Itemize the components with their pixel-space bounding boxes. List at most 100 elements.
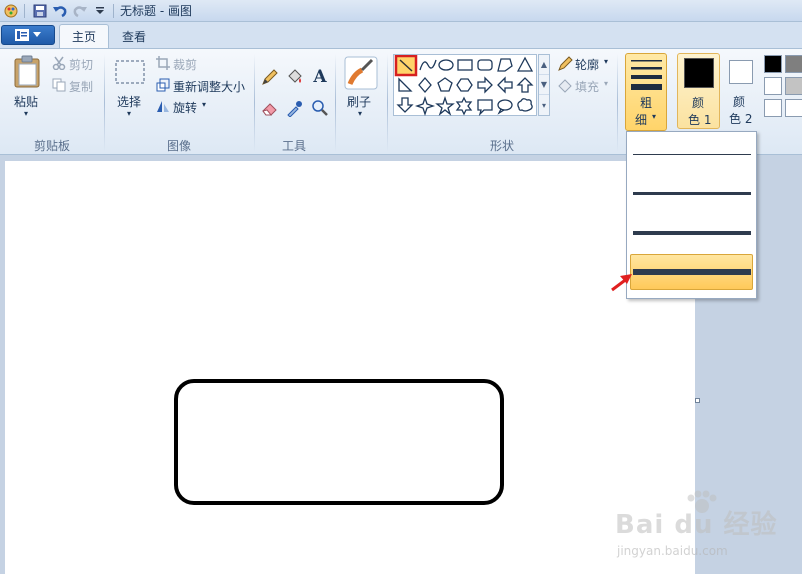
- chevron-down-icon[interactable]: ▾: [604, 57, 608, 66]
- watermark-url: jingyan.baidu.com: [617, 544, 728, 558]
- tab-home[interactable]: 主页: [59, 24, 110, 48]
- up-arrow-icon: [516, 77, 534, 93]
- copy-label[interactable]: 复制: [69, 78, 93, 95]
- fill-label[interactable]: 填充: [575, 78, 599, 95]
- four-point-star-icon: [414, 95, 436, 117]
- pencil-icon[interactable]: [259, 66, 281, 88]
- undo-icon[interactable]: [51, 2, 69, 20]
- scroll-down-icon[interactable]: ▼: [539, 75, 549, 95]
- palette-swatch[interactable]: [785, 55, 802, 73]
- rounded-rectangle-icon: [477, 59, 493, 71]
- save-icon[interactable]: [31, 2, 49, 20]
- paste-label[interactable]: 粘贴: [14, 93, 38, 110]
- magnifier-icon[interactable]: [309, 97, 331, 119]
- pentagon-icon: [437, 77, 453, 92]
- size-option-1[interactable]: [630, 136, 753, 172]
- group-label-clipboard: 剪贴板: [33, 139, 70, 153]
- down-arrow-icon: [396, 97, 414, 113]
- chevron-down-icon: [33, 32, 41, 37]
- line-sample: [632, 231, 751, 235]
- line-sample: [632, 269, 751, 275]
- color1-button[interactable]: 颜 色 1: [677, 53, 720, 129]
- color2-label-line1[interactable]: 颜: [733, 93, 745, 110]
- resize-icon: [156, 78, 170, 92]
- color1-label-line1: 颜: [692, 96, 705, 110]
- crop-label[interactable]: 裁剪: [173, 56, 197, 73]
- fill-bucket-icon[interactable]: [284, 66, 306, 88]
- line-sample: [632, 153, 751, 155]
- expand-gallery-icon[interactable]: ▾: [539, 95, 549, 115]
- size-option-3[interactable]: [630, 215, 753, 251]
- left-arrow-icon: [497, 76, 513, 94]
- curve-icon: [419, 59, 437, 71]
- chevron-down-icon[interactable]: ▾: [358, 109, 362, 118]
- app-menu-button[interactable]: [1, 25, 55, 45]
- tab-view[interactable]: 查看: [110, 24, 158, 48]
- eraser-icon[interactable]: [259, 97, 281, 119]
- size-label-line2: 细: [635, 113, 648, 127]
- palette-swatch[interactable]: [764, 55, 782, 73]
- brush-label[interactable]: 刷子: [347, 93, 371, 110]
- crop-icon: [156, 56, 170, 70]
- hexagon-icon: [456, 78, 473, 92]
- chevron-down-icon[interactable]: ▾: [24, 109, 28, 118]
- brush-icon[interactable]: [344, 56, 378, 90]
- watermark-text: Bai du 经验: [615, 510, 778, 540]
- rectangle-icon: [457, 59, 473, 71]
- chevron-down-icon[interactable]: ▾: [202, 100, 206, 109]
- palette-swatch[interactable]: [764, 99, 782, 117]
- shape-gallery: [393, 54, 537, 117]
- palette-swatch[interactable]: [785, 99, 802, 117]
- rotate-label[interactable]: 旋转: [173, 99, 197, 116]
- palette-swatch[interactable]: [764, 77, 782, 95]
- separator: [113, 3, 114, 18]
- group-label-shapes: 形状: [489, 139, 514, 153]
- customize-dropdown-icon[interactable]: [91, 2, 109, 20]
- drawing-canvas[interactable]: [5, 161, 695, 574]
- color1-swatch: [684, 58, 714, 88]
- chevron-down-icon[interactable]: ▾: [127, 109, 131, 118]
- polygon-icon: [497, 58, 513, 72]
- copy-icon: [52, 78, 66, 92]
- chevron-down-icon[interactable]: ▾: [604, 79, 608, 88]
- pointer-arrow-icon: [611, 274, 632, 292]
- fill-icon: [557, 78, 573, 94]
- color1-label-line2: 色 1: [688, 113, 712, 127]
- color2-swatch[interactable]: [729, 60, 753, 84]
- outline-label[interactable]: 轮廓: [575, 56, 599, 73]
- oval-icon: [438, 59, 454, 71]
- diamond-icon: [418, 77, 432, 93]
- text-tool-icon[interactable]: A: [309, 66, 331, 88]
- line-weight-icon: [631, 60, 662, 90]
- five-point-star-icon: [435, 95, 455, 116]
- cut-label[interactable]: 剪切: [69, 56, 93, 73]
- select-label[interactable]: 选择: [117, 93, 141, 110]
- color2-label-line2[interactable]: 色 2: [729, 110, 752, 127]
- ribbon-tabs: 主页 查看: [0, 22, 802, 48]
- line-icon: [394, 54, 418, 77]
- paint-app-icon[interactable]: [2, 2, 20, 20]
- select-icon[interactable]: [114, 58, 146, 86]
- canvas-resize-handle[interactable]: [695, 398, 700, 403]
- shape-gallery-scrollbar[interactable]: ▲ ▼ ▾: [538, 54, 550, 116]
- title-bar: 无标题 - 画图: [0, 0, 802, 22]
- size-option-4[interactable]: [630, 254, 753, 290]
- cloud-callout-icon: [517, 98, 533, 112]
- size-dropdown-menu: [626, 131, 757, 299]
- paste-icon[interactable]: [13, 55, 41, 89]
- color-picker-icon[interactable]: [284, 97, 306, 119]
- separator: [335, 54, 336, 152]
- right-arrow-icon: [477, 76, 493, 94]
- size-option-2[interactable]: [630, 175, 753, 211]
- watermark: Bai du 经验 jingyan.baidu.com: [615, 490, 800, 570]
- group-label-tools: 工具: [281, 139, 306, 153]
- redo-icon[interactable]: [71, 2, 89, 20]
- window-title: 无标题 - 画图: [120, 4, 192, 18]
- rotate-icon: [156, 99, 170, 113]
- palette-swatch[interactable]: [785, 77, 802, 95]
- six-point-star-icon: [455, 96, 473, 116]
- scroll-up-icon[interactable]: ▲: [539, 55, 549, 75]
- outline-icon: [557, 56, 573, 72]
- size-button[interactable]: 粗 细 ▾: [625, 53, 667, 131]
- resize-label[interactable]: 重新调整大小: [173, 78, 245, 95]
